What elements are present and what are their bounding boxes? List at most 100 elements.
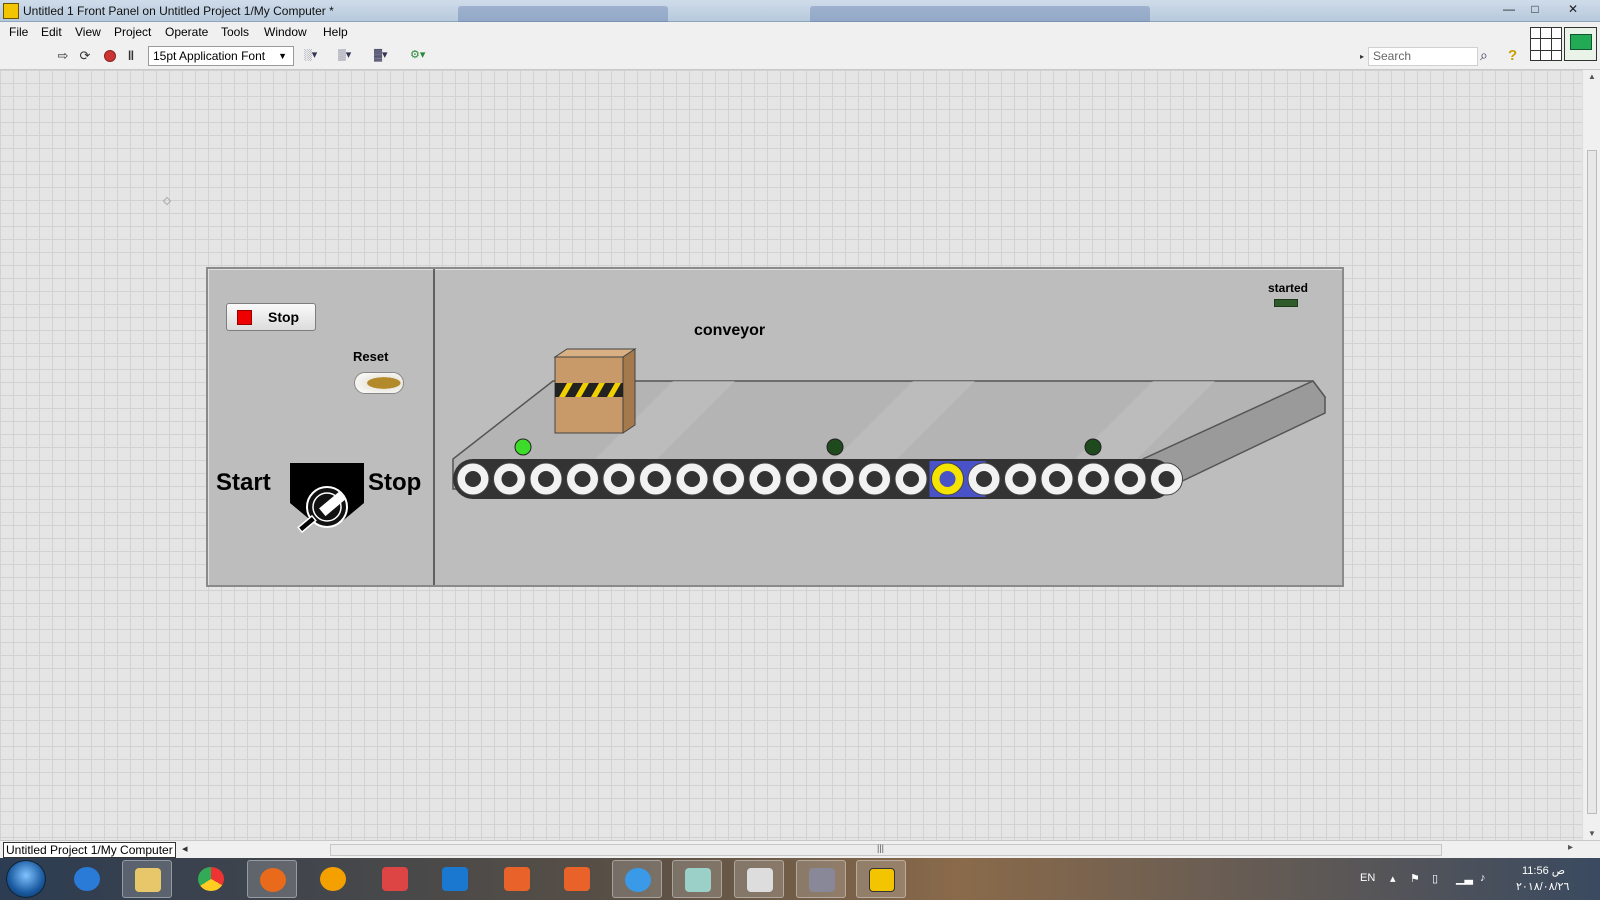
toolbar: ⇨ ⟳ ‖ 15pt Application Font ▼ ░▾ ▒▾ ▓▾ ⚙…: [0, 42, 1600, 70]
vi-icon[interactable]: [1564, 27, 1597, 61]
roller-hub: [501, 471, 518, 487]
started-label: started: [1268, 281, 1309, 295]
scroll-up-icon[interactable]: ▲: [1588, 72, 1596, 81]
background-window-tab: [458, 6, 668, 22]
scroll-down-icon[interactable]: ▼: [1588, 829, 1596, 838]
roller-hub: [1122, 471, 1138, 487]
search-icon[interactable]: ⌕: [1480, 47, 1498, 65]
roller-hub: [793, 471, 810, 487]
vertical-scrollbar[interactable]: ▲ ▼: [1582, 70, 1600, 840]
power-icon[interactable]: ▯: [1432, 872, 1444, 885]
menu-view[interactable]: View: [75, 25, 101, 39]
show-hidden-icons-icon[interactable]: ▴: [1390, 872, 1402, 885]
internet-explorer-icon[interactable]: [62, 860, 112, 898]
fs-icon[interactable]: [430, 860, 480, 898]
menu-project[interactable]: Project: [114, 25, 151, 39]
chevron-down-icon: ▼: [278, 51, 287, 61]
language-indicator[interactable]: EN: [1360, 872, 1375, 884]
paint-icon[interactable]: [734, 860, 784, 898]
scroll-left-icon[interactable]: ◂: [182, 842, 188, 855]
horizontal-scrollbar[interactable]: |||: [330, 843, 1442, 856]
status-bar: Untitled Project 1/My Computer ◂ ||| ▸: [0, 840, 1600, 858]
sync-icon[interactable]: [612, 860, 662, 898]
notes-icon[interactable]: [672, 860, 722, 898]
stop-button[interactable]: Stop: [226, 303, 316, 331]
office-icon[interactable]: [492, 860, 542, 898]
roller-hub: [976, 471, 992, 487]
network-icon[interactable]: ▁▃: [1456, 872, 1473, 885]
box-top: [553, 348, 637, 358]
box-side: [622, 348, 636, 434]
cardboard-box: [553, 348, 637, 434]
origin-marker: [162, 196, 172, 206]
labview-app-icon[interactable]: [3, 3, 19, 19]
menu-window[interactable]: Window: [264, 25, 307, 39]
pause-icon[interactable]: ‖: [122, 48, 140, 64]
roller-hub: [574, 471, 591, 487]
connector-pane-icon[interactable]: [1530, 27, 1562, 61]
help-icon[interactable]: ?: [1508, 47, 1524, 65]
start-stop-switch[interactable]: [290, 463, 364, 535]
front-panel-canvas[interactable]: Stop Reset Start Stop conveyor started: [0, 70, 1582, 840]
sensor-led: [1084, 438, 1102, 456]
search-expand-icon[interactable]: ▸: [1360, 52, 1364, 61]
abort-icon[interactable]: [101, 48, 119, 64]
roller-hub: [465, 471, 481, 487]
camera-icon[interactable]: [552, 860, 602, 898]
file-explorer-icon[interactable]: [122, 860, 172, 898]
roller-hub: [538, 471, 554, 487]
font-select[interactable]: 15pt Application Font ▼: [148, 46, 294, 66]
run-icon[interactable]: ⇨: [54, 48, 72, 64]
menu-file[interactable]: File: [9, 25, 28, 39]
resize-objects-icon[interactable]: ▓▾: [374, 48, 400, 64]
reset-button[interactable]: [354, 372, 404, 394]
reset-label: Reset: [353, 349, 389, 364]
chrome-icon[interactable]: [186, 860, 236, 898]
close-button[interactable]: ✕: [1560, 0, 1586, 18]
roller-hub: [684, 471, 700, 487]
roller-hub: [647, 471, 664, 487]
roller-hub: [939, 471, 956, 487]
menu-help[interactable]: Help: [323, 25, 348, 39]
menu-bar: File Edit View Project Operate Tools Win…: [0, 22, 1600, 42]
labview-icon[interactable]: [856, 860, 906, 898]
background-window-tab-2: [810, 6, 1150, 22]
stop-button-label: Stop: [268, 309, 300, 325]
distribute-objects-icon[interactable]: ▒▾: [338, 48, 364, 64]
roller-hub: [720, 471, 737, 487]
snipping-icon[interactable]: [370, 860, 420, 898]
switch-handle: [297, 514, 317, 534]
volume-icon[interactable]: ♪: [1480, 872, 1492, 884]
scroll-right-icon[interactable]: ▸: [1568, 842, 1573, 853]
minimize-button[interactable]: —: [1496, 0, 1522, 18]
window-title: Untitled 1 Front Panel on Untitled Proje…: [23, 4, 334, 18]
stop-square-icon: [237, 310, 252, 325]
clock-date[interactable]: ٢٠١٨/٠٨/٢٦: [1516, 880, 1569, 893]
sensor-led: [826, 438, 844, 456]
menu-operate[interactable]: Operate: [165, 25, 208, 39]
start-orb[interactable]: [6, 860, 46, 898]
vertical-scroll-thumb[interactable]: [1587, 150, 1597, 814]
firefox-icon[interactable]: [247, 860, 297, 898]
align-objects-icon[interactable]: ░▾: [304, 48, 330, 64]
roller-hub: [903, 471, 919, 487]
menu-edit[interactable]: Edit: [41, 25, 62, 39]
decoration-panel: Stop Reset Start Stop conveyor started: [206, 267, 1344, 587]
title-bar: Untitled 1 Front Panel on Untitled Proje…: [0, 0, 1600, 22]
media-player-icon[interactable]: [308, 860, 358, 898]
sensor-led: [514, 438, 532, 456]
roller-hub: [1049, 471, 1065, 487]
action-center-icon[interactable]: ⚑: [1410, 872, 1422, 885]
taskbar: EN ▴ ⚑ ▯ ▁▃ ♪ 11:56 ص ٢٠١٨/٠٨/٢٦: [0, 858, 1600, 900]
roller-hub: [1085, 471, 1102, 487]
project-path-label[interactable]: Untitled Project 1/My Computer: [3, 842, 176, 858]
roller-hub: [1012, 471, 1029, 487]
clock-time[interactable]: 11:56 ص: [1522, 864, 1565, 877]
reorder-icon[interactable]: ⚙▾: [410, 48, 436, 64]
run-continuously-icon[interactable]: ⟳: [76, 48, 94, 64]
roller-hub: [611, 471, 627, 487]
search-input[interactable]: Search: [1368, 47, 1478, 66]
menu-tools[interactable]: Tools: [221, 25, 249, 39]
settings-icon[interactable]: [796, 860, 846, 898]
maximize-button[interactable]: □: [1522, 0, 1548, 18]
